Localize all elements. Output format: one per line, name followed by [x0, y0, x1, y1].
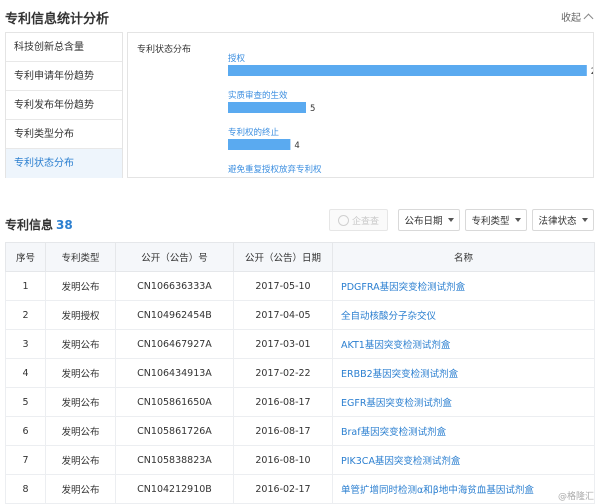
status-bar-chart: 授权 23 实质审查的生效 5 专利权的终止 4 避免重复授权放弃专利权	[228, 53, 594, 175]
bar[interactable]	[228, 65, 587, 76]
table-cell: CN106467927A	[115, 329, 234, 359]
bar-category-label: 实质审查的生效	[228, 90, 288, 101]
collapse-button[interactable]: 收起	[561, 9, 594, 24]
table-cell: 发明公布	[45, 474, 116, 504]
patent-info-title: 专利信息 38	[5, 216, 73, 233]
table-row: 2 发明授权 CN104962454B 2017-04-05 全自动核酸分子杂交仪	[5, 300, 595, 330]
caret-down-icon	[581, 218, 588, 222]
table-cell: 发明公布	[45, 329, 116, 359]
table-cell: CN105861650A	[115, 387, 234, 417]
table-cell: 发明公布	[45, 445, 116, 475]
bar-value-label: 5	[310, 104, 315, 114]
patent-table: 序号 专利类型 公开（公告）号 公开（公告）日期 名称 1 发明公布 CN106636333…	[5, 242, 595, 504]
table-cell: CN106636333A	[115, 271, 234, 301]
patent-name-link[interactable]: EGFR基因突变检测试剂盒	[332, 387, 595, 417]
filter-label: 公布日期	[404, 216, 443, 227]
bar-category-label: 授权	[228, 53, 246, 64]
table-cell: CN105838823A	[115, 445, 234, 475]
sidebar-item[interactable]: 专利类型分布	[6, 120, 122, 149]
table-cell: 发明公布	[45, 387, 116, 417]
column-header: 名称	[332, 242, 595, 272]
table-cell: 2016-08-17	[233, 416, 333, 446]
table-row: 1 发明公布 CN106636333A 2017-05-10 PDGFRA基因突变检测试…	[5, 271, 595, 301]
filter-label: 专利类型	[471, 216, 510, 227]
column-header: 序号	[5, 242, 46, 272]
table-cell: 4	[5, 358, 46, 388]
bar-category-label: 专利权的终止	[228, 127, 280, 138]
sidebar-item[interactable]: 专利申请年份趋势	[6, 62, 122, 91]
filter-publish-date[interactable]: 公布日期	[398, 209, 460, 231]
column-header: 专利类型	[45, 242, 116, 272]
bar[interactable]	[228, 139, 291, 150]
bar-value-label: 4	[294, 141, 299, 151]
table-row: 6 发明公布 CN105861726A 2016-08-17 Braf基因突变检测试剂盒	[5, 416, 595, 446]
qichacha-icon	[337, 214, 349, 226]
patent-name-link[interactable]: ERBB2基因突变检测试剂盒	[332, 358, 595, 388]
patent-name-link[interactable]: 全自动核酸分子杂交仪	[332, 300, 595, 330]
table-cell: 3	[5, 329, 46, 359]
patent-name-link[interactable]: PDGFRA基因突变检测试剂盒	[332, 271, 595, 301]
table-cell: 5	[5, 387, 46, 417]
table-cell: 2	[5, 300, 46, 330]
chevron-up-icon	[583, 13, 594, 23]
filter-patent-type[interactable]: 专利类型	[465, 209, 527, 231]
caret-down-icon	[514, 218, 521, 222]
table-cell: 发明公布	[45, 271, 116, 301]
patent-name-link[interactable]: AKT1基因突变检测试剂盒	[332, 329, 595, 359]
table-row: 5 发明公布 CN105861650A 2016-08-17 EGFR基因突变检测试剂盒	[5, 387, 595, 417]
table-cell: CN104962454B	[115, 300, 234, 330]
table-row: 3 发明公布 CN106467927A 2017-03-01 AKT1基因突变检测试剂盒	[5, 329, 595, 359]
analysis-sidebar: 科技创新总含量 专利申请年份趋势 专利发布年份趋势 专利类型分布 专利状态分布	[5, 32, 123, 178]
filter-label: 法律状态	[538, 216, 577, 227]
bar-category-label: 避免重复授权放弃专利权	[228, 164, 322, 175]
table-cell: 2017-02-22	[233, 358, 333, 388]
table-row: 7 发明公布 CN105838823A 2016-08-10 PIK3CA基因突变检测试…	[5, 445, 595, 475]
table-cell: 发明公布	[45, 358, 116, 388]
table-cell: CN106434913A	[115, 358, 234, 388]
watermark: @格隆汇	[557, 492, 594, 502]
table-row: 4 发明公布 CN106434913A 2017-02-22 ERBB2基因突变检测试剂…	[5, 358, 595, 388]
sidebar-item[interactable]: 科技创新总含量	[6, 33, 122, 62]
table-cell: 1	[5, 271, 46, 301]
table-cell: CN105861726A	[115, 416, 234, 446]
table-cell: 2017-03-01	[233, 329, 333, 359]
patent-name-link[interactable]: 单管扩增同时检测α和β地中海贫血基因试剂盒	[332, 474, 595, 504]
collapse-label: 收起	[561, 13, 581, 24]
filter-legal-status[interactable]: 法律状态	[532, 209, 594, 231]
section-header: 专利信息统计分析 收起	[0, 0, 600, 32]
table-cell: 8	[5, 474, 46, 504]
table-cell: 发明授权	[45, 300, 116, 330]
sidebar-item[interactable]: 专利发布年份趋势	[6, 91, 122, 120]
patent-name-link[interactable]: PIK3CA基因突变检测试剂盒	[332, 445, 595, 475]
bar-value-label: 23	[591, 67, 594, 77]
patent-count: 38	[56, 218, 73, 232]
table-row: 8 发明公布 CN104212910B 2016-02-17 单管扩增同时检测α和β地中…	[5, 474, 595, 504]
section-title: 专利信息统计分析	[5, 12, 110, 27]
patent-info-label: 专利信息	[5, 218, 54, 232]
table-cell: 2016-08-10	[233, 445, 333, 475]
table-cell: 7	[5, 445, 46, 475]
table-cell: 2017-04-05	[233, 300, 333, 330]
table-cell: 2016-08-17	[233, 387, 333, 417]
qichacha-logo: 企查查	[329, 209, 388, 231]
patent-name-link[interactable]: Braf基因突变检测试剂盒	[332, 416, 595, 446]
table-cell: CN104212910B	[115, 474, 234, 504]
table-cell: 发明公布	[45, 416, 116, 446]
column-header: 公开（公告）日期	[233, 242, 333, 272]
sidebar-item[interactable]: 专利状态分布	[6, 149, 122, 178]
table-cell: 2016-02-17	[233, 474, 333, 504]
table-body: 1 发明公布 CN106636333A 2017-05-10 PDGFRA基因突变检测试…	[5, 271, 595, 504]
table-cell: 6	[5, 416, 46, 446]
table-cell: 2017-05-10	[233, 271, 333, 301]
qichacha-label: 企查查	[351, 216, 379, 227]
bar[interactable]	[228, 102, 306, 113]
caret-down-icon	[447, 218, 454, 222]
table-header-row: 序号 专利类型 公开（公告）号 公开（公告）日期 名称	[5, 242, 595, 272]
chart-panel: 专利状态分布 授权23实质审查的生效5专利权的终止4避免重复授权放弃专利权	[127, 32, 594, 178]
column-header: 公开（公告）号	[115, 242, 234, 272]
